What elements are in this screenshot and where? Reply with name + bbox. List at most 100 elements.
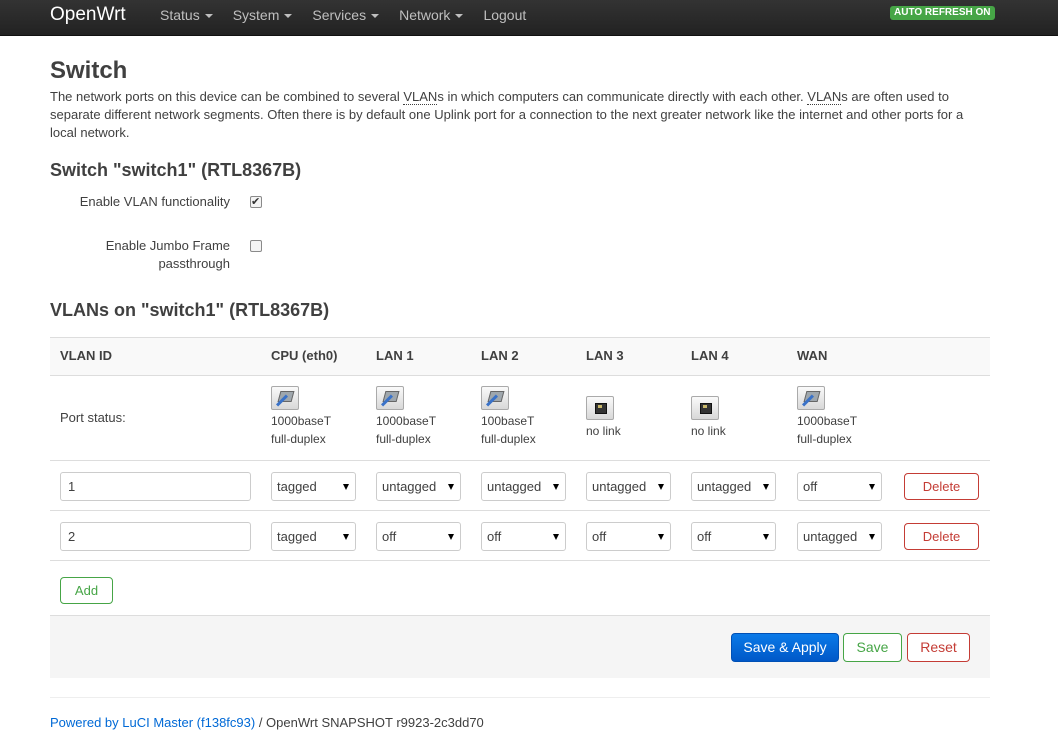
caret-down-icon bbox=[371, 14, 380, 19]
lan1-membership-select[interactable]: off bbox=[376, 522, 461, 551]
vlan-table: VLAN ID CPU (eth0) LAN 1 LAN 2 LAN 3 LAN… bbox=[50, 337, 990, 561]
port-down-icon bbox=[586, 396, 614, 420]
port-duplex: full-duplex bbox=[481, 432, 536, 446]
lan4-membership-select[interactable]: off bbox=[691, 522, 776, 551]
jumbo-frame-checkbox[interactable] bbox=[250, 240, 262, 252]
vlan-id-input[interactable]: 2 bbox=[60, 522, 251, 551]
lan2-membership-select[interactable]: off bbox=[481, 522, 566, 551]
select-value: tagged bbox=[277, 479, 317, 494]
header-lan3: LAN 3 bbox=[586, 348, 624, 363]
port-up-icon bbox=[376, 386, 404, 410]
menu-network-label: Network bbox=[399, 7, 451, 23]
port-speed: 1000baseT bbox=[271, 414, 332, 428]
menu-logout[interactable]: Logout bbox=[483, 0, 526, 30]
page-title: Switch bbox=[50, 57, 128, 84]
dropdown-arrow-icon bbox=[343, 534, 349, 540]
auto-refresh-badge[interactable]: AUTO REFRESH ON bbox=[890, 6, 995, 20]
select-value: off bbox=[487, 529, 502, 544]
select-value: off bbox=[592, 529, 607, 544]
lan3-membership-select[interactable]: off bbox=[586, 522, 671, 551]
luci-link[interactable]: Powered by LuCI Master (f138fc93) bbox=[50, 715, 255, 730]
lan3-membership-select[interactable]: untagged bbox=[586, 472, 671, 501]
port-up-icon bbox=[481, 386, 509, 410]
menu-services[interactable]: Services bbox=[312, 0, 380, 30]
footer-divider bbox=[50, 697, 990, 698]
vlan-abbr: VLAN bbox=[807, 89, 842, 105]
select-value: untagged bbox=[697, 479, 752, 494]
desc-text-2: s in which computers can communicate dir… bbox=[437, 89, 808, 104]
select-value: off bbox=[697, 529, 712, 544]
port-down-icon bbox=[691, 396, 719, 420]
jumbo-label-line1: Enable Jumbo Frame bbox=[105, 238, 230, 253]
vlan-row: 2 tagged off off off off untagged Delete bbox=[50, 511, 990, 561]
jumbo-label-line2: passthrough bbox=[158, 256, 230, 271]
select-value: off bbox=[803, 479, 818, 494]
port-status-cpu: 1000baseT full-duplex bbox=[271, 386, 331, 448]
lan2-membership-select[interactable]: untagged bbox=[481, 472, 566, 501]
vlan-id-input[interactable]: 1 bbox=[60, 472, 251, 501]
port-status-label: Port status: bbox=[60, 410, 126, 425]
dropdown-arrow-icon bbox=[553, 534, 559, 540]
header-lan2: LAN 2 bbox=[481, 348, 519, 363]
delete-vlan-button[interactable]: Delete bbox=[904, 473, 979, 500]
header-lan4: LAN 4 bbox=[691, 348, 729, 363]
cpu-membership-select[interactable]: tagged bbox=[271, 472, 356, 501]
port-status-lan4: no link bbox=[691, 386, 726, 440]
port-status-row: Port status: 1000baseT full-duplex 1000b… bbox=[50, 376, 990, 461]
port-link-status: no link bbox=[691, 424, 726, 438]
port-speed: 100baseT bbox=[481, 414, 535, 428]
dropdown-arrow-icon bbox=[869, 484, 875, 490]
port-speed: 1000baseT bbox=[376, 414, 437, 428]
cpu-membership-select[interactable]: tagged bbox=[271, 522, 356, 551]
select-value: untagged bbox=[803, 529, 858, 544]
top-navbar: OpenWrt Status System Services Network L… bbox=[0, 0, 1058, 36]
main-menu: Status System Services Network Logout bbox=[160, 0, 546, 30]
table-header-row: VLAN ID CPU (eth0) LAN 1 LAN 2 LAN 3 LAN… bbox=[50, 338, 990, 376]
menu-status[interactable]: Status bbox=[160, 0, 213, 30]
footer: Powered by LuCI Master (f138fc93) / Open… bbox=[50, 715, 484, 730]
vlan-abbr: VLAN bbox=[403, 89, 438, 105]
vlans-section-title: VLANs on "switch1" (RTL8367B) bbox=[50, 300, 330, 320]
dropdown-arrow-icon bbox=[763, 484, 769, 490]
menu-logout-label: Logout bbox=[483, 7, 527, 23]
wan-membership-select[interactable]: untagged bbox=[797, 522, 882, 551]
menu-services-label: Services bbox=[312, 7, 367, 23]
header-wan: WAN bbox=[797, 348, 828, 363]
enable-vlan-label: Enable VLAN functionality bbox=[79, 194, 230, 209]
jumbo-frame-label: Enable Jumbo Frame passthrough bbox=[50, 237, 230, 273]
select-value: untagged bbox=[487, 479, 542, 494]
lan4-membership-select[interactable]: untagged bbox=[691, 472, 776, 501]
desc-text-1: The network ports on this device can be … bbox=[50, 89, 404, 104]
dropdown-arrow-icon bbox=[343, 484, 349, 490]
enable-vlan-checkbox[interactable] bbox=[250, 194, 262, 210]
save-apply-button[interactable]: Save & Apply bbox=[731, 633, 839, 662]
delete-vlan-button[interactable]: Delete bbox=[904, 523, 979, 550]
caret-down-icon bbox=[284, 14, 293, 19]
dropdown-arrow-icon bbox=[553, 484, 559, 490]
reset-button[interactable]: Reset bbox=[907, 633, 970, 662]
add-vlan-button[interactable]: Add bbox=[60, 577, 113, 604]
port-up-icon bbox=[797, 386, 825, 410]
port-duplex: full-duplex bbox=[271, 432, 326, 446]
select-value: tagged bbox=[277, 529, 317, 544]
port-up-icon bbox=[271, 386, 299, 410]
header-cpu: CPU (eth0) bbox=[271, 348, 338, 363]
form-actions-bar: Save & Apply Save Reset bbox=[50, 615, 990, 678]
dropdown-arrow-icon bbox=[658, 484, 664, 490]
vlan-row: 1 tagged untagged untagged untagged unta… bbox=[50, 461, 990, 511]
dropdown-arrow-icon bbox=[763, 534, 769, 540]
port-status-lan3: no link bbox=[586, 386, 621, 440]
brand-logo[interactable]: OpenWrt bbox=[50, 3, 126, 27]
dropdown-arrow-icon bbox=[448, 534, 454, 540]
dropdown-arrow-icon bbox=[869, 534, 875, 540]
header-lan1: LAN 1 bbox=[376, 348, 414, 363]
lan1-membership-select[interactable]: untagged bbox=[376, 472, 461, 501]
port-duplex: full-duplex bbox=[376, 432, 431, 446]
menu-network[interactable]: Network bbox=[399, 0, 464, 30]
save-button[interactable]: Save bbox=[843, 633, 902, 662]
port-status-lan2: 100baseT full-duplex bbox=[481, 386, 536, 448]
port-speed: 1000baseT bbox=[797, 414, 858, 428]
menu-system[interactable]: System bbox=[233, 0, 293, 30]
wan-membership-select[interactable]: off bbox=[797, 472, 882, 501]
select-value: untagged bbox=[592, 479, 647, 494]
